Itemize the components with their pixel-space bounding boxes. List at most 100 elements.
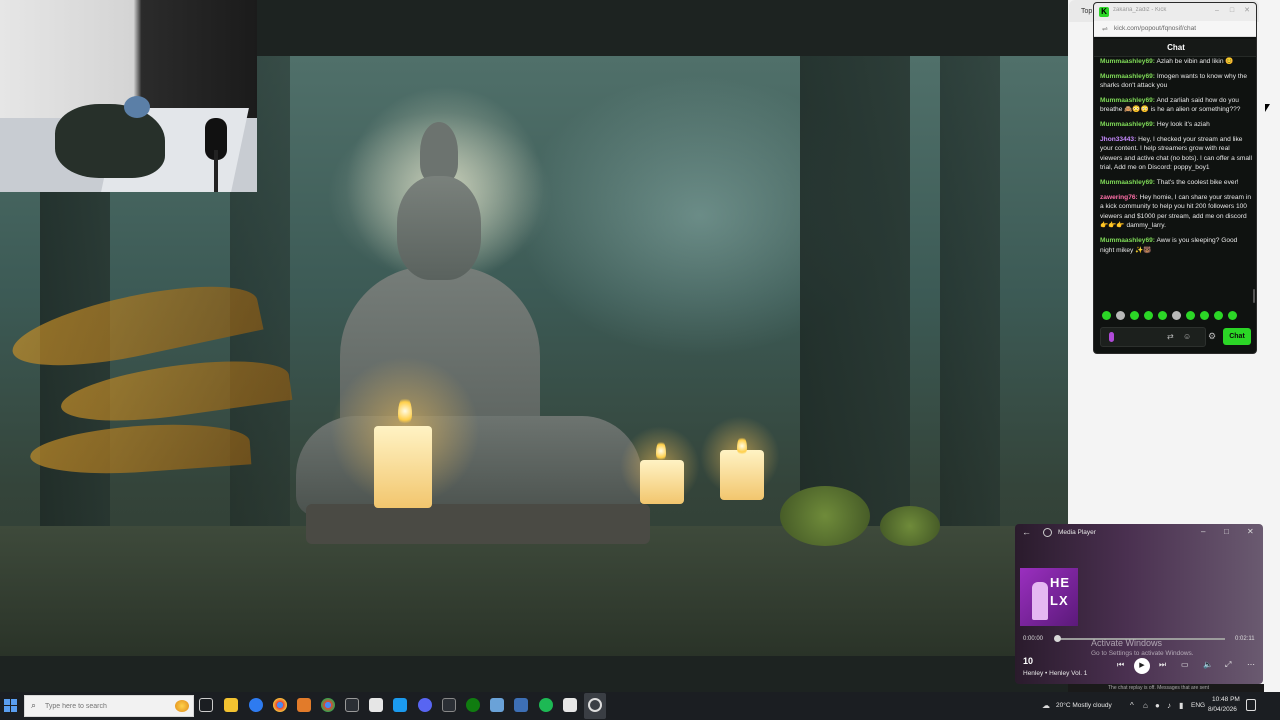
track-number: 10 <box>1023 656 1034 666</box>
app-icon[interactable] <box>490 698 504 712</box>
candle <box>640 460 684 504</box>
volume-icon[interactable]: 🔈 <box>1203 660 1213 669</box>
url-bar[interactable]: ⇌ kick.com/popout/fqnosif/chat <box>1094 21 1256 37</box>
chat-username[interactable]: Jhon33443: <box>1100 136 1136 143</box>
microphone-tray-icon[interactable]: ● <box>1155 701 1160 710</box>
progress-thumb[interactable] <box>1054 635 1061 642</box>
emote-icon[interactable] <box>1144 311 1153 320</box>
chat-header: Chat <box>1094 39 1256 57</box>
tray-overflow-icon[interactable]: ^ <box>1130 701 1134 710</box>
clock-date[interactable]: 8/04/2026 <box>1208 706 1237 713</box>
emote-icon[interactable] <box>1172 311 1181 320</box>
fullscreen-icon[interactable]: ⤢ <box>1225 660 1231 670</box>
translate-icon[interactable]: ⇄ <box>1167 332 1174 341</box>
app-icon[interactable] <box>514 698 528 712</box>
media-player-title: Media Player <box>1058 529 1096 536</box>
weather-text[interactable]: 20°C Mostly cloudy <box>1056 702 1112 709</box>
maximize-icon[interactable]: □ <box>1224 527 1229 536</box>
chat-username[interactable]: zawering76: <box>1100 194 1138 201</box>
app-icon[interactable] <box>442 698 456 712</box>
language-indicator[interactable]: ENG <box>1191 702 1205 709</box>
emote-icon[interactable] <box>1116 311 1125 320</box>
emote-icon[interactable] <box>1130 311 1139 320</box>
edge-icon[interactable] <box>249 698 263 712</box>
terminal-icon[interactable] <box>345 698 359 712</box>
chat-username[interactable]: Mummaashley69: <box>1100 179 1155 186</box>
kick-chat-popout-window: K zakaria_zadiz - Kick – □ ✕ ⇌ kick.com/… <box>1093 2 1257 354</box>
chat-scrollbar[interactable] <box>1253 289 1255 303</box>
task-view-icon[interactable] <box>199 698 213 712</box>
mic-stand <box>214 150 218 192</box>
previous-track-icon[interactable]: ⏮ <box>1117 660 1124 670</box>
steam-icon[interactable] <box>393 698 407 712</box>
chat-message: Mummaashley69: Azlah be vibin and likin … <box>1100 57 1252 67</box>
miniplayer-icon[interactable]: ▭ <box>1181 660 1189 669</box>
album-art: HE LX <box>1020 568 1078 626</box>
chat-message-list[interactable]: Mummaashley69: Azlah be vibin and likin … <box>1100 57 1252 305</box>
emote-icon[interactable] <box>1102 311 1111 320</box>
start-button[interactable] <box>4 699 18 713</box>
media-player-taskbar-icon[interactable] <box>588 698 602 712</box>
chat-message: Mummaashley69: And zarliah said how do y… <box>1100 96 1252 115</box>
back-arrow-icon[interactable]: ← <box>1022 527 1031 537</box>
next-track-icon[interactable]: ⏭ <box>1159 660 1166 670</box>
buddha-statue-head <box>397 176 481 280</box>
battery-icon[interactable]: ▮ <box>1179 701 1183 710</box>
search-input[interactable] <box>43 698 173 714</box>
candle-flame <box>737 436 747 456</box>
spotify-icon[interactable] <box>539 698 553 712</box>
emote-icon[interactable] <box>1186 311 1195 320</box>
play-button[interactable]: ▶ <box>1134 658 1150 674</box>
sleeping-person <box>55 104 165 178</box>
weather-icon[interactable]: ☁ <box>1042 701 1050 710</box>
chat-username[interactable]: Mummaashley69: <box>1100 237 1155 244</box>
person-head <box>124 96 150 118</box>
microphone-icon[interactable] <box>1109 332 1114 342</box>
candle <box>374 426 432 508</box>
chrome-icon[interactable] <box>273 698 287 712</box>
notification-icon[interactable] <box>1246 699 1256 711</box>
emote-icon[interactable] <box>1228 311 1237 320</box>
chat-username[interactable]: Mummaashley69: <box>1100 97 1155 104</box>
chat-username[interactable]: Mummaashley69: <box>1100 58 1155 65</box>
chat-message-text: Azlah be vibin and likin 😊 <box>1156 58 1234 65</box>
shield-icon[interactable] <box>563 698 577 712</box>
desktop-bottom-bar <box>0 656 1068 692</box>
maximize-icon[interactable]: □ <box>1227 6 1237 16</box>
activate-windows-subtitle: Go to Settings to activate Windows. <box>1091 650 1194 657</box>
chat-message: zawering76: Hey homie, I can share your … <box>1100 193 1252 231</box>
speaker-icon[interactable]: ♪ <box>1167 701 1171 710</box>
chat-username[interactable]: Mummaashley69: <box>1100 73 1155 80</box>
discord-icon[interactable] <box>418 698 432 712</box>
album-art-figure <box>1032 582 1048 620</box>
windows-taskbar: ⌕ ☁ 20°C Mostly cloudy ^ ⌂ ● ♪ ▮ ENG 10:… <box>0 692 1280 720</box>
file-explorer-icon[interactable] <box>224 698 238 712</box>
close-icon[interactable]: ✕ <box>1247 527 1254 536</box>
chat-message-input[interactable]: ⇄ ☺ <box>1100 327 1206 347</box>
chat-username[interactable]: Mummaashley69: <box>1100 121 1155 128</box>
emote-icon[interactable] <box>1200 311 1209 320</box>
xbox-icon[interactable] <box>466 698 480 712</box>
tree-trunk <box>940 56 1000 526</box>
gear-icon[interactable]: ⚙ <box>1208 331 1216 342</box>
chat-message: Mummaashley69: Hey look it's aziah <box>1100 120 1252 130</box>
activate-windows-title: Activate Windows <box>1091 638 1163 648</box>
media-player-titlebar: ← Media Player – □ ✕ <box>1015 524 1263 542</box>
emoji-icon[interactable]: ☺ <box>1183 332 1191 341</box>
emote-icon[interactable] <box>1214 311 1223 320</box>
close-icon[interactable]: ✕ <box>1242 6 1252 16</box>
chrome-profile-icon[interactable] <box>321 698 335 712</box>
minimize-icon[interactable]: – <box>1212 6 1222 16</box>
clock-time[interactable]: 10:48 PM <box>1212 696 1240 703</box>
minimize-icon[interactable]: – <box>1201 527 1205 536</box>
more-options-icon[interactable]: ⋯ <box>1247 660 1255 669</box>
emote-icon[interactable] <box>1158 311 1167 320</box>
taskbar-search-box[interactable]: ⌕ <box>24 695 194 717</box>
candle-flame <box>656 440 666 462</box>
chat-send-button[interactable]: Chat <box>1223 328 1251 345</box>
moss-rock <box>780 486 870 546</box>
site-info-icon[interactable]: ⇌ <box>1102 25 1108 33</box>
network-icon[interactable]: ⌂ <box>1143 701 1148 710</box>
app-icon[interactable] <box>369 698 383 712</box>
app-icon[interactable] <box>297 698 311 712</box>
